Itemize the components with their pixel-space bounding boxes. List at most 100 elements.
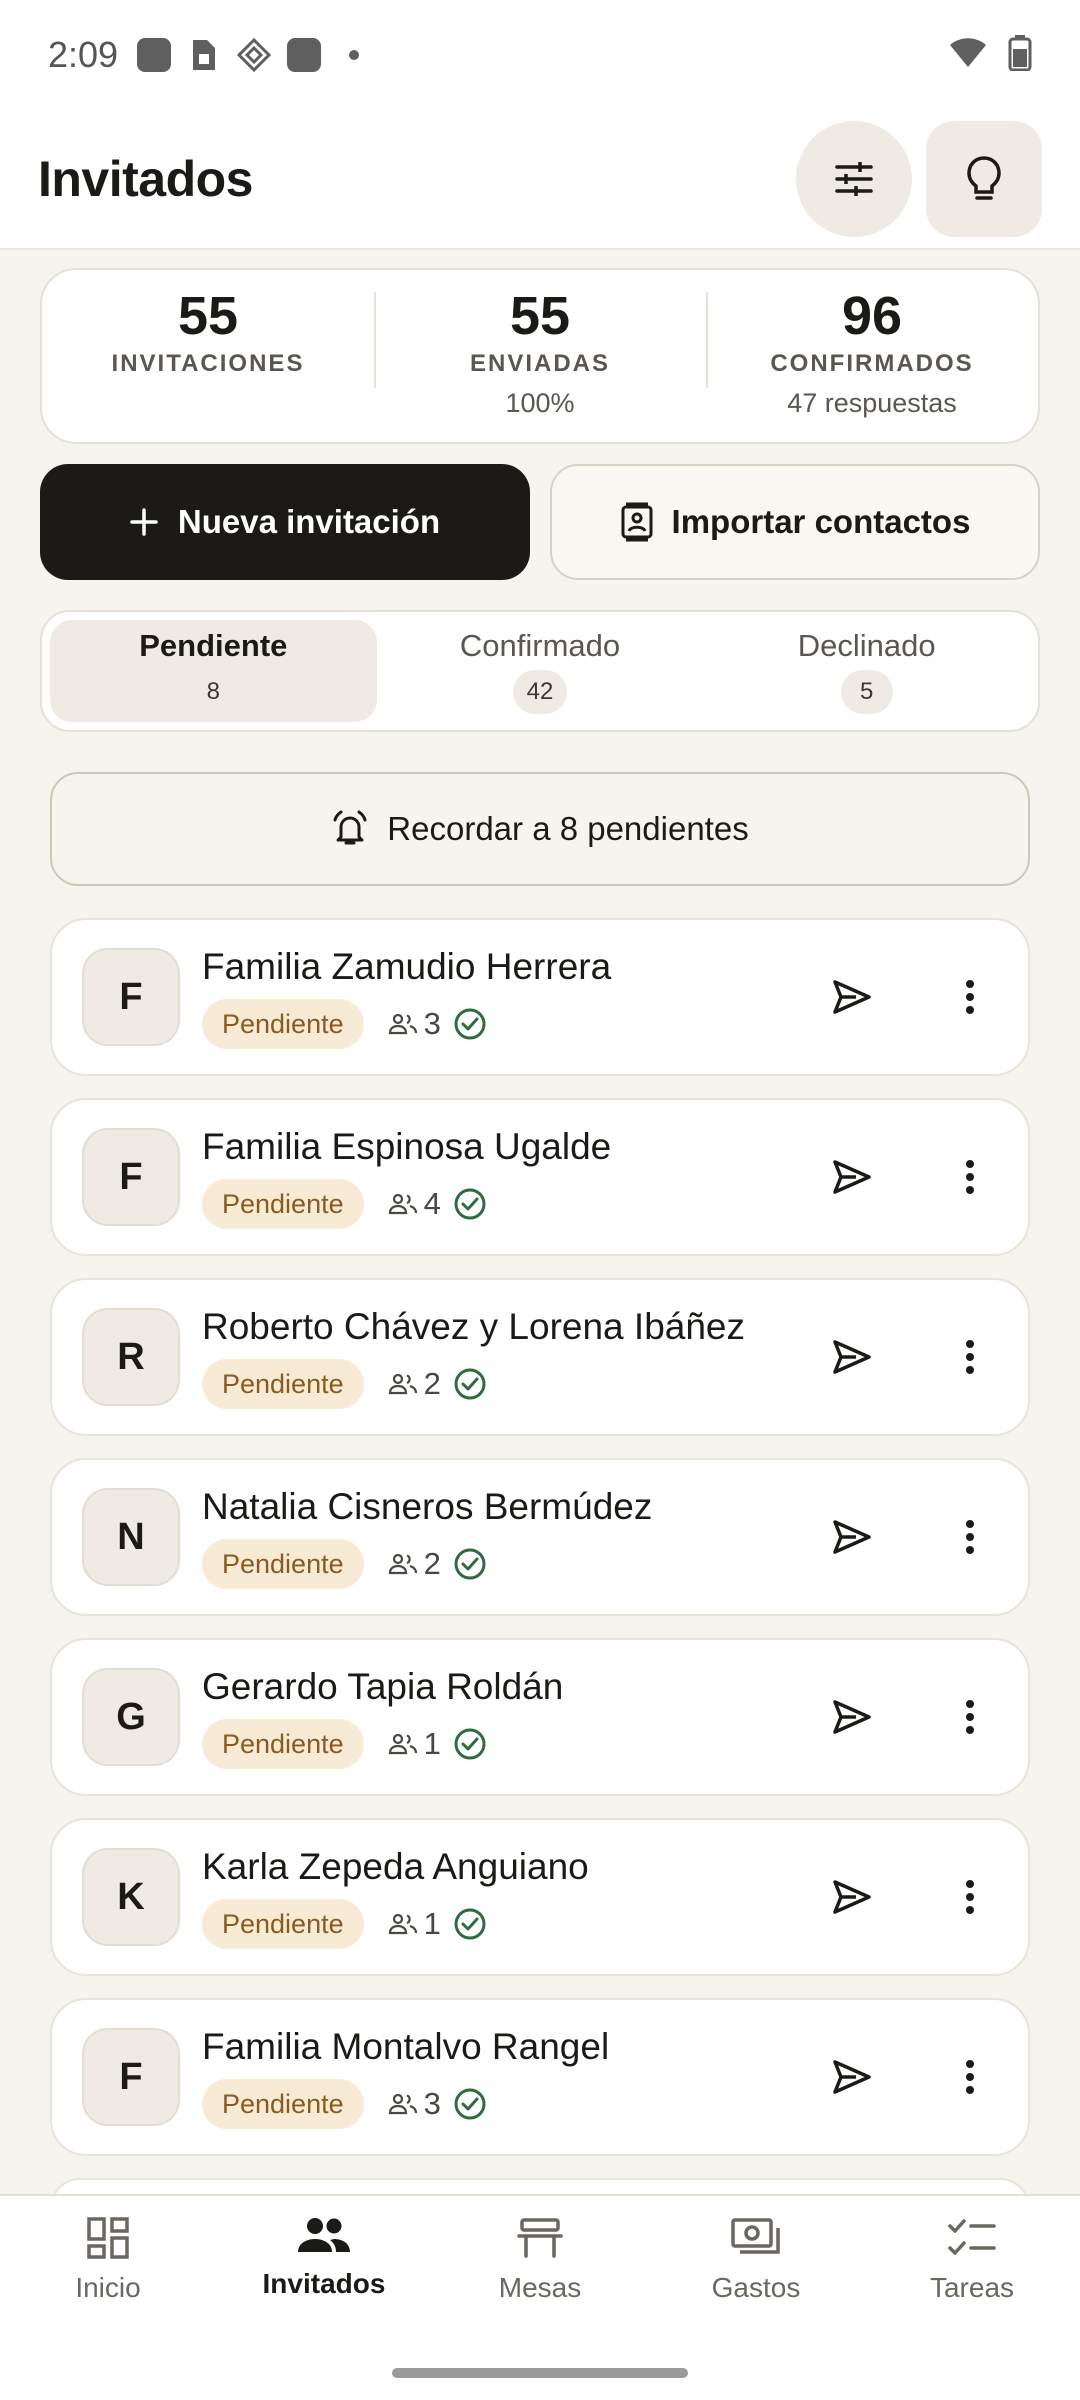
guest-list-item[interactable]: G Gerardo Tapia Roldán Pendiente 1 <box>50 1638 1030 1796</box>
party-size: 2 <box>388 1546 441 1582</box>
nav-label: Inicio <box>75 2272 141 2303</box>
status-bar: 2:09 <box>0 0 1080 110</box>
guest-name: Familia Montalvo Rangel <box>202 2026 610 2067</box>
tab-label: Confirmado <box>459 628 621 663</box>
stat-value: 55 <box>177 286 239 346</box>
status-badge: Pendiente <box>202 1719 364 1769</box>
more-options-button[interactable] <box>940 2047 1000 2107</box>
guest-list-item[interactable]: K Karla Zepeda Anguiano Pendiente 1 <box>50 1818 1030 1976</box>
party-size-count: 1 <box>423 1906 441 1941</box>
party-size-count: 4 <box>423 1186 441 1221</box>
party-size-count: 2 <box>423 1546 441 1581</box>
plus-icon <box>130 508 158 536</box>
guest-avatar: K <box>82 1848 180 1946</box>
status-time: 2:09 <box>48 34 119 75</box>
more-options-button[interactable] <box>940 1867 1000 1927</box>
guest-name: Roberto Chávez y Lorena Ibáñez <box>202 1306 746 1347</box>
status-badge: Pendiente <box>202 1539 364 1589</box>
send-invitation-button[interactable] <box>822 1327 882 1387</box>
people-icon <box>298 2218 350 2252</box>
check-circle-icon <box>454 1548 486 1580</box>
more-vert-icon <box>966 2060 974 2094</box>
party-size-count: 2 <box>423 1366 441 1401</box>
avatar-initial: N <box>117 1515 145 1558</box>
nav-label: Gastos <box>711 2272 801 2303</box>
tab-confirmed[interactable]: Confirmado 42 <box>377 620 704 722</box>
party-size: 1 <box>388 1906 441 1942</box>
send-icon <box>833 1880 871 1914</box>
send-invitation-button[interactable] <box>822 967 882 1027</box>
guest-list-item[interactable]: R Roberto Chávez y Lorena Ibáñez Pendien… <box>50 1278 1030 1436</box>
guest-name: Familia Zamudio Herrera <box>202 946 612 987</box>
group-icon <box>388 1913 417 1935</box>
guest-list-item[interactable]: F Familia Zamudio Herrera Pendiente 3 <box>50 918 1030 1076</box>
status-badge: Pendiente <box>202 1899 364 1949</box>
stat-value: 55 <box>509 286 571 346</box>
send-invitation-button[interactable] <box>822 2047 882 2107</box>
stat-label: INVITACIONES <box>111 350 305 377</box>
wifi-icon <box>948 37 988 74</box>
tab-pending[interactable]: Pendiente 8 <box>50 620 377 722</box>
more-options-button[interactable] <box>940 1327 1000 1387</box>
guest-avatar: N <box>82 1488 180 1586</box>
guest-list-item[interactable]: F Familia Espinosa Ugalde Pendiente 4 <box>50 1098 1030 1256</box>
check-circle-icon <box>454 1728 486 1760</box>
status-tabs: Pendiente 8 Confirmado 42 Declinado 5 <box>40 610 1040 732</box>
import-contacts-button[interactable]: Importar contactos <box>550 464 1040 580</box>
nav-label: Mesas <box>498 2272 582 2303</box>
party-size-count: 3 <box>423 1006 441 1041</box>
notification-app-icon <box>136 37 172 73</box>
app-diamond-icon <box>236 37 272 73</box>
tab-count: 5 <box>840 670 893 714</box>
nav-item-tareas[interactable]: Tareas <box>864 2216 1080 2400</box>
check-circle-icon <box>454 2088 486 2120</box>
new-invitation-button[interactable]: Nueva invitación <box>40 464 530 580</box>
status-badge: Pendiente <box>202 999 364 1049</box>
guest-avatar: R <box>82 1308 180 1406</box>
more-options-button[interactable] <box>940 1687 1000 1747</box>
table-icon <box>517 2218 563 2258</box>
stat-confirmed: 96 CONFIRMADOS 47 respuestas <box>706 270 1038 442</box>
filter-button[interactable] <box>796 121 912 237</box>
group-icon <box>388 1733 417 1755</box>
guest-avatar: F <box>82 1128 180 1226</box>
guest-list-item[interactable]: N Natalia Cisneros Bermúdez Pendiente 2 <box>50 1458 1030 1616</box>
nav-item-inicio[interactable]: Inicio <box>0 2216 216 2400</box>
home-indicator[interactable] <box>392 2368 688 2378</box>
remind-pending-button[interactable]: Recordar a 8 pendientes <box>50 772 1030 886</box>
send-icon <box>833 1520 871 1554</box>
send-invitation-button[interactable] <box>822 1147 882 1207</box>
send-invitation-button[interactable] <box>822 1507 882 1567</box>
battery-icon <box>1008 34 1032 76</box>
send-icon <box>833 1340 871 1374</box>
send-invitation-button[interactable] <box>822 1687 882 1747</box>
stat-sub: 100% <box>505 388 575 418</box>
tab-label: Pendiente <box>139 628 288 663</box>
tab-declined[interactable]: Declinado 5 <box>703 620 1030 722</box>
tab-label: Declinado <box>797 628 936 663</box>
more-vert-icon <box>966 1340 974 1374</box>
more-vert-icon <box>966 1880 974 1914</box>
group-icon <box>388 1553 417 1575</box>
guest-avatar: F <box>82 2028 180 2126</box>
guest-list-item[interactable]: F Familia Montalvo Rangel Pendiente 3 <box>50 1998 1030 2156</box>
stat-invitations: 55 INVITACIONES <box>42 270 374 442</box>
more-options-button[interactable] <box>940 1507 1000 1567</box>
tips-button[interactable] <box>926 121 1042 237</box>
tab-count: 42 <box>512 670 568 714</box>
contacts-icon <box>621 502 653 542</box>
more-options-button[interactable] <box>940 1147 1000 1207</box>
avatar-initial: F <box>119 1155 143 1198</box>
send-invitation-button[interactable] <box>822 1867 882 1927</box>
notification-app-icon-2 <box>286 37 322 73</box>
lightbulb-icon <box>967 156 1001 200</box>
party-size: 3 <box>388 1006 441 1042</box>
stat-label: ENVIADAS <box>469 350 611 377</box>
party-size-count: 3 <box>423 2086 441 2121</box>
check-circle-icon <box>454 1368 486 1400</box>
app-bar: Invitados <box>0 110 1080 250</box>
party-size-count: 1 <box>423 1726 441 1761</box>
page-title: Invitados <box>38 151 253 207</box>
sim-icon <box>186 37 222 73</box>
more-options-button[interactable] <box>940 967 1000 1027</box>
